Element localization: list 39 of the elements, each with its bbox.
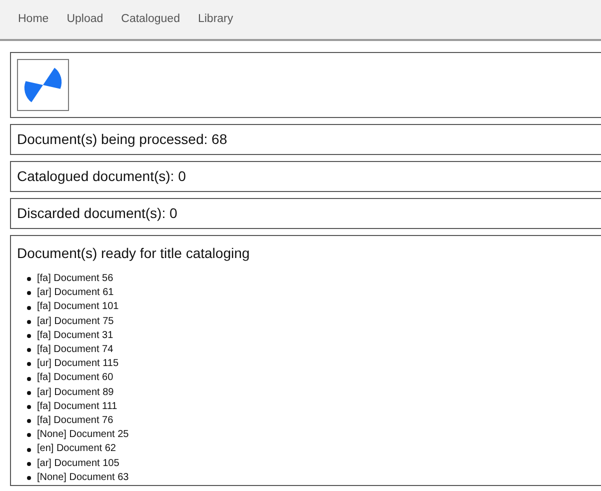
document-item: [ur] Document 115 [37, 357, 119, 372]
bullet-icon [27, 291, 31, 296]
bullet-icon [27, 476, 31, 480]
document-item: [fa] Document 56 [37, 272, 114, 286]
bullet-icon [27, 433, 31, 438]
panel-title: Document(s) ready for title cataloging [16, 244, 251, 263]
document-item: [ar] Document 61 [37, 286, 114, 300]
bullet-icon [27, 462, 31, 466]
nav-link[interactable]: Catalogued [112, 10, 189, 28]
nav-link[interactable]: Home [9, 10, 58, 28]
document-item: [ar] Document 105 [37, 456, 120, 471]
bullet-icon [27, 448, 31, 452]
bullet-icon [27, 277, 31, 282]
document-item: [fa] Document 60 [37, 371, 114, 386]
document-item: [fa] Document 31 [37, 328, 114, 343]
logo-icon [17, 59, 69, 111]
bullet-icon [27, 320, 31, 324]
document-item: [fa] Document 76 [37, 414, 114, 428]
nav-link[interactable]: Upload [58, 10, 112, 28]
status-panel: Discarded document(s): 0 [10, 198, 601, 229]
document-item: [fa] Document 101 [37, 300, 119, 314]
document-item: [None] Document 25 [37, 428, 129, 442]
nav-link[interactable]: Library [188, 10, 242, 28]
document-item: [en] Document 62 [37, 442, 116, 456]
bullet-icon [27, 404, 31, 409]
bullet-icon [27, 334, 31, 338]
document-item: [None] Document 63 [37, 470, 129, 485]
bullet-icon [27, 390, 31, 395]
status-panel: Catalogued document(s): 0 [10, 161, 601, 192]
document-item: [ar] Document 89 [37, 386, 114, 400]
status-panel: Document(s) being processed: 68 [10, 124, 601, 155]
bullet-icon [27, 376, 31, 381]
bullet-icon [27, 306, 31, 310]
document-item: [fa] Document 74 [37, 343, 114, 358]
bullet-icon [27, 348, 31, 352]
bullet-icon [27, 419, 31, 424]
bullet-icon [27, 362, 31, 366]
document-item: [fa] Document 111 [37, 400, 118, 414]
document-item: [ar] Document 75 [37, 314, 114, 329]
